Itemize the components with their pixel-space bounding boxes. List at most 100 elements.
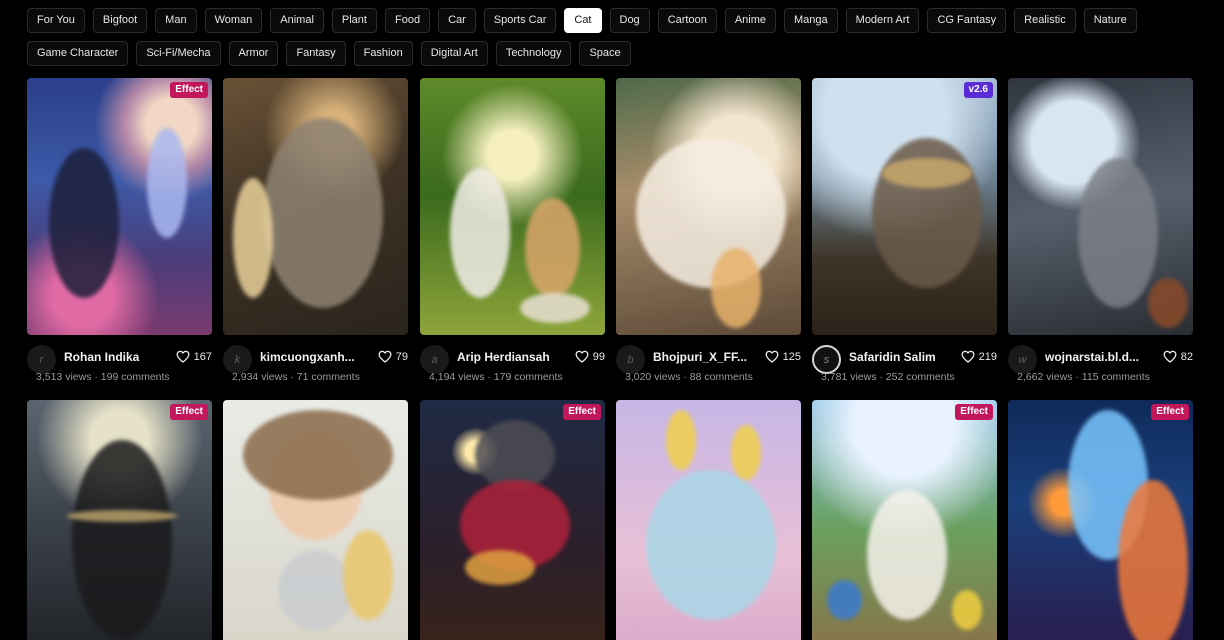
view-count: 3,781 views <box>821 371 877 383</box>
category-chip[interactable]: Sports Car <box>483 8 557 33</box>
category-chip[interactable]: Woman <box>204 8 263 33</box>
like-count: 99 <box>592 350 605 363</box>
image-thumbnail[interactable]: v2.6 <box>812 78 997 335</box>
category-chip[interactable]: Plant <box>331 8 377 33</box>
comment-count: 115 comments <box>1081 371 1150 383</box>
category-chip[interactable]: Animal <box>270 8 324 33</box>
category-chip[interactable]: Fashion <box>353 41 413 66</box>
avatar[interactable]: s <box>812 345 841 374</box>
image-thumbnail[interactable] <box>616 78 801 335</box>
image-card[interactable]: b Bhojpuri_X_FF... 125 3,020 views · 88 … <box>616 78 801 388</box>
stats-separator: · <box>680 371 690 383</box>
card-meta: r Rohan Indika 167 3,513 views · 199 com… <box>27 344 212 388</box>
category-row-1: For You Bigfoot Man Woman Animal Plant Food Car… <box>27 8 1207 33</box>
image-shape <box>450 168 510 298</box>
like-count: 79 <box>395 350 408 363</box>
category-chip[interactable]: Armor <box>228 41 279 66</box>
author-name[interactable]: Arip Herdiansah <box>457 350 557 364</box>
like-button[interactable]: 79 <box>378 350 408 363</box>
heart-icon <box>378 350 392 363</box>
card-stats: 2,662 views · 115 comments <box>1017 371 1150 383</box>
image-card[interactable]: Effect <box>812 400 997 640</box>
author-name[interactable]: kimcuongxanh... <box>260 350 360 364</box>
image-shape <box>243 410 393 500</box>
card-meta: a Arip Herdiansah 99 4,194 views · 179 c… <box>420 344 605 388</box>
avatar[interactable]: r <box>27 345 56 374</box>
category-chip[interactable]: Digital Art <box>420 41 488 66</box>
comment-count: 199 comments <box>100 371 170 383</box>
category-chip[interactable]: Bigfoot <box>92 8 148 33</box>
author-name[interactable]: Rohan Indika <box>64 350 164 364</box>
category-chip[interactable]: Anime <box>724 8 777 33</box>
image-card[interactable] <box>616 400 801 640</box>
image-card[interactable]: Effect <box>27 400 212 640</box>
card-stats: 4,194 views · 179 comments <box>429 371 563 383</box>
category-chip[interactable]: Space <box>579 41 631 66</box>
image-shape <box>233 178 273 298</box>
category-chip[interactable]: For You <box>27 8 85 33</box>
image-thumbnail[interactable] <box>420 78 605 335</box>
avatar[interactable]: w <box>1008 345 1037 374</box>
like-button[interactable]: 219 <box>961 350 997 363</box>
category-chip[interactable]: Modern Art <box>845 8 920 33</box>
avatar[interactable]: k <box>223 345 252 374</box>
avatar[interactable]: a <box>420 345 449 374</box>
category-chip[interactable]: Car <box>438 8 476 33</box>
like-count: 219 <box>978 350 997 363</box>
category-chip[interactable]: Man <box>155 8 197 33</box>
image-shape <box>646 470 776 620</box>
image-card[interactable]: Effect <box>420 400 605 640</box>
image-thumbnail[interactable]: Effect <box>27 78 212 335</box>
author-name[interactable]: wojnarstai.bl.d... <box>1045 350 1145 364</box>
like-button[interactable]: 125 <box>765 350 801 363</box>
image-shape <box>263 118 383 308</box>
category-chip[interactable]: Realistic <box>1014 8 1076 33</box>
avatar[interactable]: b <box>616 345 645 374</box>
category-chip[interactable]: Food <box>384 8 431 33</box>
image-card[interactable]: k kimcuongxanh... 79 2,934 views · 71 co… <box>223 78 408 388</box>
category-chip[interactable]: Fantasy <box>286 41 346 66</box>
author-name[interactable]: Bhojpuri_X_FF... <box>653 350 753 364</box>
category-chip[interactable]: Nature <box>1083 8 1137 33</box>
category-chip[interactable]: Dog <box>609 8 650 33</box>
category-chip[interactable]: CG Fantasy <box>927 8 1007 33</box>
category-chip[interactable]: Cat <box>564 8 602 33</box>
image-thumbnail[interactable] <box>223 78 408 335</box>
image-shape <box>731 425 761 480</box>
image-card[interactable]: Effect <box>1008 400 1193 640</box>
category-chip[interactable]: Sci-Fi/Mecha <box>136 41 221 66</box>
like-count: 167 <box>193 350 212 363</box>
category-chip[interactable]: Manga <box>784 8 838 33</box>
image-thumbnail[interactable]: Effect <box>27 400 212 640</box>
author-name[interactable]: Safaridin Salim <box>849 350 949 364</box>
category-chip[interactable]: Technology <box>495 41 572 66</box>
image-card[interactable] <box>223 400 408 640</box>
image-shape <box>1078 158 1158 308</box>
comment-count: 179 comments <box>493 371 563 383</box>
image-thumbnail[interactable] <box>223 400 408 640</box>
image-shape <box>867 490 947 620</box>
image-thumbnail[interactable]: Effect <box>812 400 997 640</box>
category-chip[interactable]: Game Character <box>27 41 129 66</box>
image-shape <box>525 198 580 298</box>
image-thumbnail[interactable] <box>616 400 801 640</box>
view-count: 4,194 views <box>429 371 485 383</box>
image-shape <box>49 148 119 298</box>
card-meta: s Safaridin Salim 219 3,781 views · 252 … <box>812 344 997 388</box>
category-filter-bar: For You Bigfoot Man Woman Animal Plant Food Car… <box>27 8 1207 74</box>
image-thumbnail[interactable] <box>1008 78 1193 335</box>
effect-badge: Effect <box>563 404 601 420</box>
like-button[interactable]: 99 <box>575 350 605 363</box>
image-card[interactable]: Effect r Rohan Indika 167 3,513 views · … <box>27 78 212 388</box>
image-card[interactable]: a Arip Herdiansah 99 4,194 views · 179 c… <box>420 78 605 388</box>
version-badge: v2.6 <box>963 82 993 98</box>
comment-count: 88 comments <box>689 371 753 383</box>
like-button[interactable]: 82 <box>1163 350 1193 363</box>
image-thumbnail[interactable]: Effect <box>420 400 605 640</box>
category-chip[interactable]: Cartoon <box>657 8 717 33</box>
image-thumbnail[interactable]: Effect <box>1008 400 1193 640</box>
image-card[interactable]: w wojnarstai.bl.d... 82 2,662 views · 11… <box>1008 78 1193 388</box>
like-button[interactable]: 167 <box>176 350 212 363</box>
image-card[interactable]: v2.6 s Safaridin Salim 219 3,781 views ·… <box>812 78 997 388</box>
card-stats: 3,513 views · 199 comments <box>36 371 170 383</box>
